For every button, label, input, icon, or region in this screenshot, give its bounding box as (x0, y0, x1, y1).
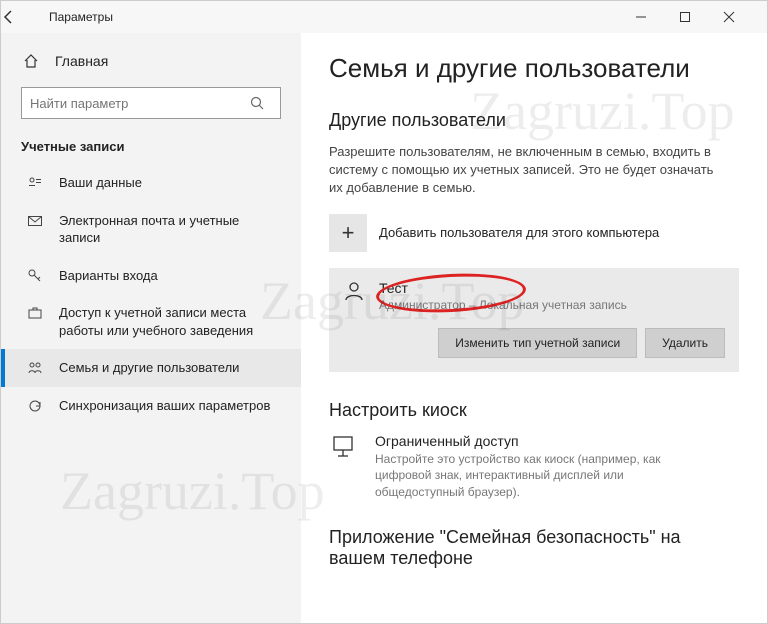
briefcase-icon (25, 305, 45, 321)
search-icon (250, 96, 280, 110)
user-type: Администратор – Локальная учетная запись (379, 298, 627, 312)
user-name: Тест (379, 280, 627, 296)
plus-icon: + (329, 214, 367, 252)
maximize-button[interactable] (679, 11, 723, 23)
mail-icon (25, 213, 45, 229)
other-users-desc: Разрешите пользователям, не включенным в… (329, 143, 729, 198)
sidebar-item-signin[interactable]: Варианты входа (1, 257, 301, 295)
sidebar-item-label: Семья и другие пользователи (59, 359, 281, 377)
sidebar-item-family[interactable]: Семья и другие пользователи (1, 349, 301, 387)
kiosk-title: Ограниченный доступ (375, 433, 695, 449)
close-button[interactable] (723, 11, 767, 23)
other-users-heading: Другие пользователи (329, 110, 739, 131)
settings-window: Параметры Главная Уче (0, 0, 768, 624)
sidebar-item-your-info[interactable]: Ваши данные (1, 164, 301, 202)
kiosk-icon (329, 433, 361, 461)
key-icon (25, 268, 45, 284)
sidebar-item-label: Электронная почта и учетные записи (59, 212, 281, 247)
sidebar-item-label: Доступ к учетной записи места работы или… (59, 304, 281, 339)
sidebar: Главная Учетные записи Ваши данные (1, 33, 301, 623)
people-icon (25, 360, 45, 376)
home-icon (21, 53, 41, 69)
window-title: Параметры (45, 10, 113, 24)
sidebar-item-sync[interactable]: Синхронизация ваших параметров (1, 387, 301, 425)
change-account-type-button[interactable]: Изменить тип учетной записи (438, 328, 637, 358)
kiosk-button[interactable]: Ограниченный доступ Настройте это устрой… (329, 433, 739, 501)
home-label: Главная (55, 53, 108, 69)
sidebar-item-label: Ваши данные (59, 174, 281, 192)
kiosk-desc: Настройте это устройство как киоск (напр… (375, 451, 695, 501)
content-pane: Семья и другие пользователи Другие польз… (301, 33, 767, 623)
page-title: Семья и другие пользователи (329, 53, 739, 84)
titlebar: Параметры (1, 1, 767, 33)
minimize-button[interactable] (635, 11, 679, 23)
add-user-label: Добавить пользователя для этого компьюте… (379, 225, 659, 240)
sidebar-item-label: Варианты входа (59, 267, 281, 285)
kiosk-heading: Настроить киоск (329, 400, 739, 421)
sidebar-nav: Ваши данные Электронная почта и учетные … (1, 164, 301, 424)
sync-icon (25, 398, 45, 414)
person-icon (343, 280, 369, 302)
sidebar-item-email[interactable]: Электронная почта и учетные записи (1, 202, 301, 257)
home-button[interactable]: Главная (1, 45, 301, 77)
sidebar-item-label: Синхронизация ваших параметров (59, 397, 281, 415)
back-button[interactable] (1, 9, 45, 25)
search-box[interactable] (21, 87, 281, 119)
person-card-icon (25, 175, 45, 191)
delete-user-button[interactable]: Удалить (645, 328, 725, 358)
app-heading: Приложение "Семейная безопасность" на ва… (329, 527, 739, 569)
add-user-button[interactable]: + Добавить пользователя для этого компью… (329, 214, 739, 252)
user-card[interactable]: Тест Администратор – Локальная учетная з… (329, 268, 739, 372)
sidebar-item-work[interactable]: Доступ к учетной записи места работы или… (1, 294, 301, 349)
search-input[interactable] (22, 96, 250, 111)
sidebar-section-title: Учетные записи (1, 133, 301, 164)
